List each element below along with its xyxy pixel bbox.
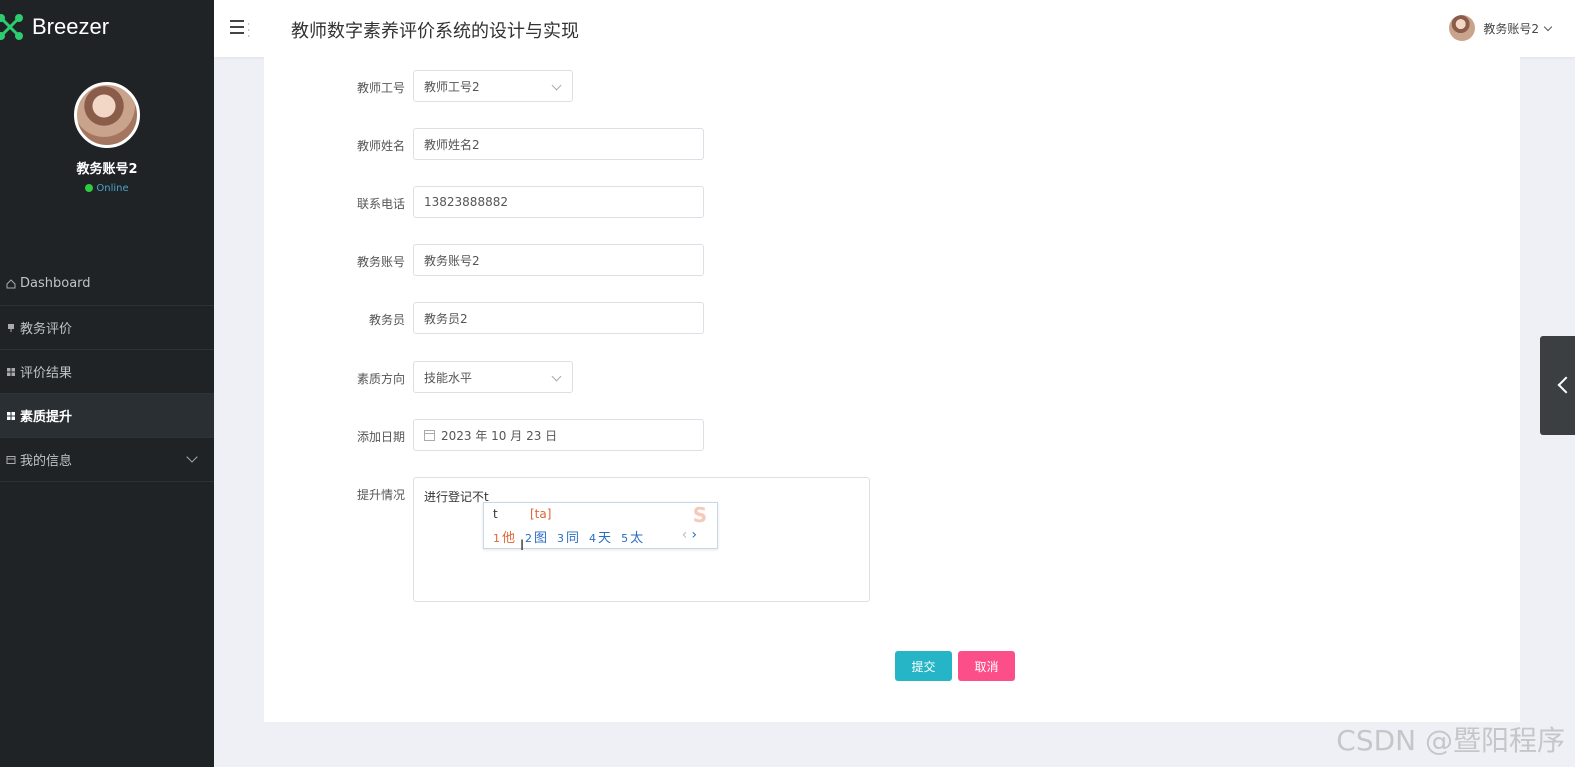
ime-candidate[interactable]: 3同 (557, 527, 579, 546)
sidebar-item-teaching-eval[interactable]: 教务评价 (0, 306, 214, 350)
phone-label: 联系电话 (356, 197, 405, 211)
text-cursor-icon: I (520, 538, 525, 554)
chevron-down-icon (186, 451, 198, 463)
page-title: 教师数字素养评价系统的设计与实现 (291, 21, 579, 42)
academic-staff-label: 教务员 (368, 313, 405, 327)
avatar (1449, 15, 1476, 41)
form-card: 教师工号 教师工号2 教师姓名 教师姓名2 联系电话 13823888882 教… (264, 57, 1520, 722)
ime-input-text: t (493, 507, 498, 521)
ime-candidate-popup: t [ta] 1他 2图 3同 4天 5太 ‹ › S (483, 502, 718, 549)
top-bar: · · · 教师数字素养评价系统的设计与实现 教务账号2 (214, 0, 1575, 57)
ime-pinyin: [ta] (530, 507, 552, 521)
calendar-icon (424, 429, 435, 441)
user-menu[interactable]: 教务账号2 (1449, 15, 1553, 41)
sidebar-profile: 教务账号2 Online (0, 54, 214, 254)
chevron-down-icon (1543, 22, 1553, 31)
candidate-number: 5 (621, 532, 629, 545)
date-label: 添加日期 (356, 430, 405, 444)
teacher-name-field[interactable]: 教师姓名2 (413, 128, 704, 160)
academic-staff-value: 教务员2 (424, 311, 468, 326)
avatar (74, 82, 140, 148)
submit-button[interactable]: 提交 (895, 651, 952, 681)
status-badge: Online (0, 183, 214, 194)
teacher-id-value: 教师工号2 (424, 79, 480, 94)
candidate-number: 3 (557, 532, 565, 545)
watermark: CSDN @暨阳程序 (1336, 724, 1565, 757)
academic-staff-field[interactable]: 教务员2 (413, 302, 704, 334)
brand[interactable]: Breezer (0, 0, 214, 54)
ime-page-nav[interactable]: ‹ › (682, 527, 697, 543)
status-text: Online (96, 183, 129, 194)
brand-logo-icon (0, 14, 23, 40)
cancel-button[interactable]: 取消 (958, 651, 1015, 681)
ime-candidates: 1他 2图 3同 4天 5太 (493, 527, 653, 546)
sidebar-item-dashboard[interactable]: Dashboard (0, 262, 214, 306)
academic-account-label: 教务账号 (356, 255, 405, 269)
candidate-char: 同 (566, 531, 580, 546)
sidebar-item-label: 我的信息 (20, 454, 73, 469)
improvement-value: 进行登记不t (424, 490, 489, 504)
teacher-id-select[interactable]: 教师工号2 (413, 70, 573, 102)
chevron-right-icon[interactable]: › (691, 527, 697, 543)
candidate-char: 天 (598, 531, 612, 546)
grid-icon (7, 411, 15, 420)
sidebar-menu: Dashboard 教务评价 评价结果 素质提升 我的信息 (0, 262, 214, 482)
date-picker[interactable]: 2023 年 10 月 23 日 (413, 419, 704, 451)
user-name: 教务账号2 (1483, 21, 1539, 36)
candidate-number: 1 (493, 532, 500, 545)
sidebar-item-eval-results[interactable]: 评价结果 (0, 350, 214, 394)
sidebar-item-label: 素质提升 (20, 410, 73, 425)
teacher-id-label: 教师工号 (356, 81, 405, 95)
phone-field[interactable]: 13823888882 (413, 186, 704, 218)
direction-label: 素质方向 (356, 372, 405, 386)
phone-value: 13823888882 (424, 195, 508, 209)
chevron-down-icon (551, 80, 562, 91)
ime-logo-icon: S (692, 503, 708, 527)
candidate-char: 太 (630, 531, 644, 546)
chevron-down-icon (551, 371, 562, 382)
sidebar-item-quality-improvement[interactable]: 素质提升 (0, 394, 214, 438)
sidebar-item-label: Dashboard (20, 276, 91, 291)
academic-account-field[interactable]: 教务账号2 (413, 244, 704, 276)
card-icon (6, 455, 16, 464)
date-value: 2023 年 10 月 23 日 (441, 428, 558, 443)
teacher-name-value: 教师姓名2 (424, 137, 480, 152)
ime-candidate[interactable]: 2图 (525, 527, 547, 546)
ime-candidate[interactable]: 4天 (589, 527, 611, 546)
candidate-char: 图 (534, 531, 548, 546)
side-panel-toggle[interactable] (1540, 336, 1575, 435)
grid-icon (7, 367, 15, 376)
direction-select[interactable]: 技能水平 (413, 361, 573, 393)
teacher-name-label: 教师姓名 (356, 139, 405, 153)
ime-candidate[interactable]: 1他 (493, 527, 515, 546)
chevron-left-icon (1557, 376, 1575, 394)
home-icon (6, 278, 16, 288)
candidate-number: 4 (589, 532, 597, 545)
brand-name: Breezer (32, 14, 110, 39)
candidate-number: 2 (525, 532, 533, 545)
sidebar-item-my-info[interactable]: 我的信息 (0, 438, 214, 482)
improvement-label: 提升情况 (356, 488, 405, 502)
candidate-char: 他 (502, 531, 516, 546)
direction-value: 技能水平 (424, 370, 473, 385)
online-dot-icon (85, 184, 94, 192)
sidebar-item-label: 教务评价 (20, 322, 73, 337)
pin-icon (8, 323, 14, 332)
sidebar: Breezer 教务账号2 Online Dashboard 教务评价 评价结果… (0, 0, 214, 767)
profile-name: 教务账号2 (76, 162, 138, 177)
academic-account-value: 教务账号2 (424, 253, 480, 268)
menu-toggle-icon[interactable]: · · · (230, 20, 250, 41)
ime-candidate[interactable]: 5太 (621, 527, 643, 546)
sidebar-item-label: 评价结果 (20, 366, 73, 381)
chevron-left-icon[interactable]: ‹ (682, 527, 688, 543)
